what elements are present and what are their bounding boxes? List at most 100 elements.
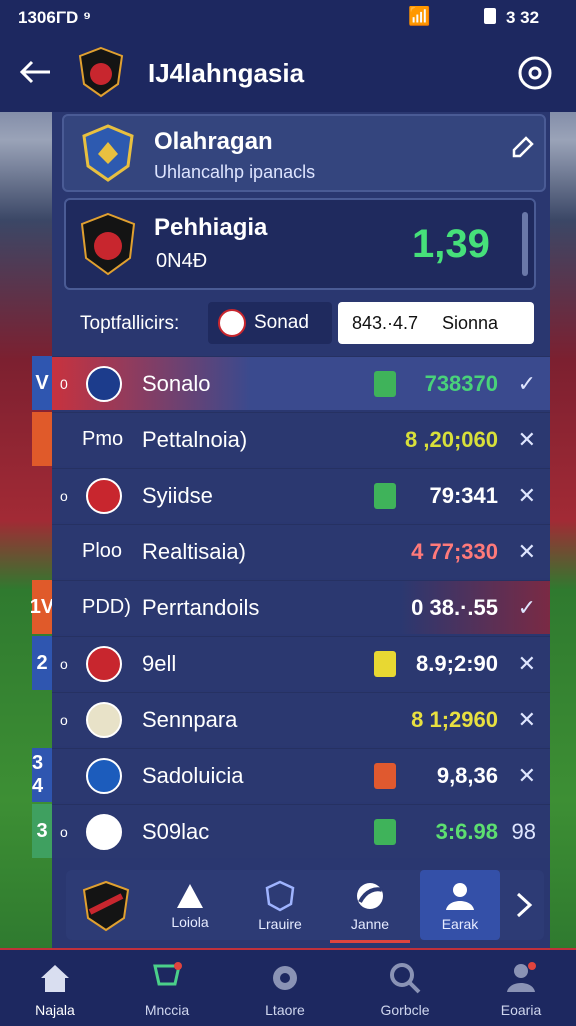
edit-icon[interactable] (508, 134, 536, 162)
row-side-marker: V (32, 356, 52, 410)
table-row[interactable]: 0 Sonalo 738370 ✓ (52, 356, 550, 410)
row-action-icon[interactable]: ✕ (518, 707, 536, 733)
team-badge-icon (218, 309, 246, 337)
row-action-icon[interactable]: ✕ (518, 651, 536, 677)
row-action-icon[interactable]: 98 (512, 819, 536, 845)
team-crest-icon (82, 880, 130, 932)
battery-icon (484, 8, 496, 24)
table-row[interactable]: o Syiidse 79:341 ✕ (52, 468, 550, 522)
row-prefix: o (60, 823, 68, 840)
row-side-marker (32, 412, 52, 466)
status-tag-icon (374, 819, 396, 845)
wifi-icon: 📶 (408, 6, 431, 26)
settings-icon[interactable] (516, 54, 554, 92)
match-team: Pehhiagia (154, 214, 268, 241)
ball-icon (357, 883, 383, 909)
status-bar: 1306ΓD ⁹ 📶 3 32 (0, 0, 576, 36)
row-side-marker: 2 (32, 636, 52, 690)
chevron-right-icon[interactable] (512, 890, 536, 920)
league-crest-icon (82, 124, 134, 182)
row-team-name: Perrtandoils (142, 594, 260, 620)
row-team-name: 9ell (142, 650, 177, 676)
table-row[interactable]: Pmo Pettalnoia) 8 ,20;060 ✕ (52, 412, 550, 466)
team-crest-icon (80, 212, 136, 276)
nav-search[interactable]: Gorbcle (350, 950, 460, 1026)
row-prefix: o (60, 655, 68, 672)
row-action-icon[interactable]: ✕ (518, 539, 536, 565)
nav-home[interactable]: Najala (0, 950, 110, 1026)
trophy-icon (153, 962, 182, 986)
battery-level: 3 32 (506, 8, 540, 27)
search-suffix: Sionna (442, 313, 499, 333)
home-icon (41, 965, 69, 992)
status-tag-icon (374, 763, 396, 789)
table-row[interactable]: Sadoluicia 9,8,36 ✕ (52, 748, 550, 802)
row-score: 8 1;2960 (411, 706, 498, 732)
nav-profile[interactable]: Eoaria (466, 950, 576, 1026)
user-icon (446, 883, 474, 910)
tab-loiola[interactable]: Loiola (150, 870, 230, 940)
nav-settings[interactable]: Ltaore (230, 950, 340, 1026)
tab-janne[interactable]: Janne (330, 870, 410, 943)
profile-icon (507, 962, 536, 992)
row-team-name: Syiidse (142, 482, 213, 508)
table-row[interactable]: o Sennpara 8 1;2960 ✕ (52, 692, 550, 746)
filter-chip-label: Sonad (254, 312, 309, 333)
nav-label: Eoaria (500, 1002, 542, 1018)
page-title: IJ4lahngasia (148, 58, 305, 88)
bottom-nav: Najala Mnccia Ltaore Gorbcle Eoaria (0, 948, 576, 1026)
filter-chip[interactable]: Sonad (208, 302, 332, 344)
row-prefix: Ploo (82, 540, 123, 562)
row-score: 0 38.·.55 (411, 594, 498, 620)
table-row[interactable]: Ploo Realtisaia) 4 77;330 ✕ (52, 524, 550, 578)
status-tag-icon (374, 371, 396, 397)
team-logo-icon (86, 813, 122, 850)
tab-earak[interactable]: Earak (420, 870, 500, 940)
warning-icon (177, 884, 203, 908)
team-logo-icon (86, 645, 122, 682)
row-side-marker: 3 4 (32, 748, 52, 802)
back-arrow-icon[interactable] (18, 58, 52, 86)
team-logo-icon (86, 701, 122, 738)
row-side-marker: 1V (30, 580, 54, 634)
row-score: 4 77;330 (411, 538, 498, 564)
row-score: 79:341 (429, 482, 498, 508)
row-prefix: o (60, 487, 68, 504)
row-action-icon[interactable]: ✕ (518, 763, 536, 789)
row-score: 738370 (424, 370, 498, 396)
row-prefix: PDD) (82, 596, 131, 618)
quick-tabs: Loiola Lrauire Janne Earak (66, 870, 544, 943)
nav-label: Mnccia (144, 1002, 190, 1018)
status-tag-icon (374, 651, 396, 677)
gear-icon (273, 966, 297, 990)
row-team-name: Sadoluicia (142, 762, 244, 788)
tab-label: Loiola (171, 914, 209, 930)
nav-label: Gorbcle (380, 1002, 430, 1018)
row-prefix: 0 (60, 375, 68, 392)
table-row[interactable]: o 9ell 8.9;2:90 ✕ (52, 636, 550, 690)
scroll-indicator (522, 212, 528, 276)
row-score: 8 ,20;060 (405, 426, 498, 452)
league-card[interactable]: Olahragan Uhlancalhp ipanacls (62, 114, 546, 192)
search-value: 843.·4.7 (352, 313, 419, 333)
search-input[interactable]: 843.·4.7 Sionna (338, 302, 534, 344)
row-team-name: Sennpara (142, 706, 238, 732)
match-sub: 0N4Ð (156, 250, 208, 272)
status-time: 1306ΓD ⁹ (18, 8, 92, 27)
shield-icon (265, 880, 295, 912)
table-row[interactable]: o S09lac 3:6.98 98 (52, 804, 550, 858)
row-action-icon[interactable]: ✓ (518, 595, 536, 621)
match-card[interactable]: Pehhiagia 0N4Ð 1,39 (64, 198, 536, 290)
table-row[interactable]: PDD) Perrtandoils 0 38.·.55 ✓ (52, 580, 550, 634)
row-action-icon[interactable]: ✕ (518, 483, 536, 509)
row-score: 3:6.98 (435, 818, 498, 844)
row-action-icon[interactable]: ✕ (518, 427, 536, 453)
row-action-icon[interactable]: ✓ (518, 371, 536, 397)
team-logo-icon (86, 365, 122, 402)
row-team-name: Sonalo (142, 370, 211, 396)
tab-lrauire[interactable]: Lrauire (240, 870, 320, 940)
nav-matches[interactable]: Mnccia (112, 950, 222, 1026)
row-score: 9,8,36 (436, 762, 498, 788)
status-tag-icon (374, 483, 396, 509)
tab-label: Earak (441, 916, 479, 932)
